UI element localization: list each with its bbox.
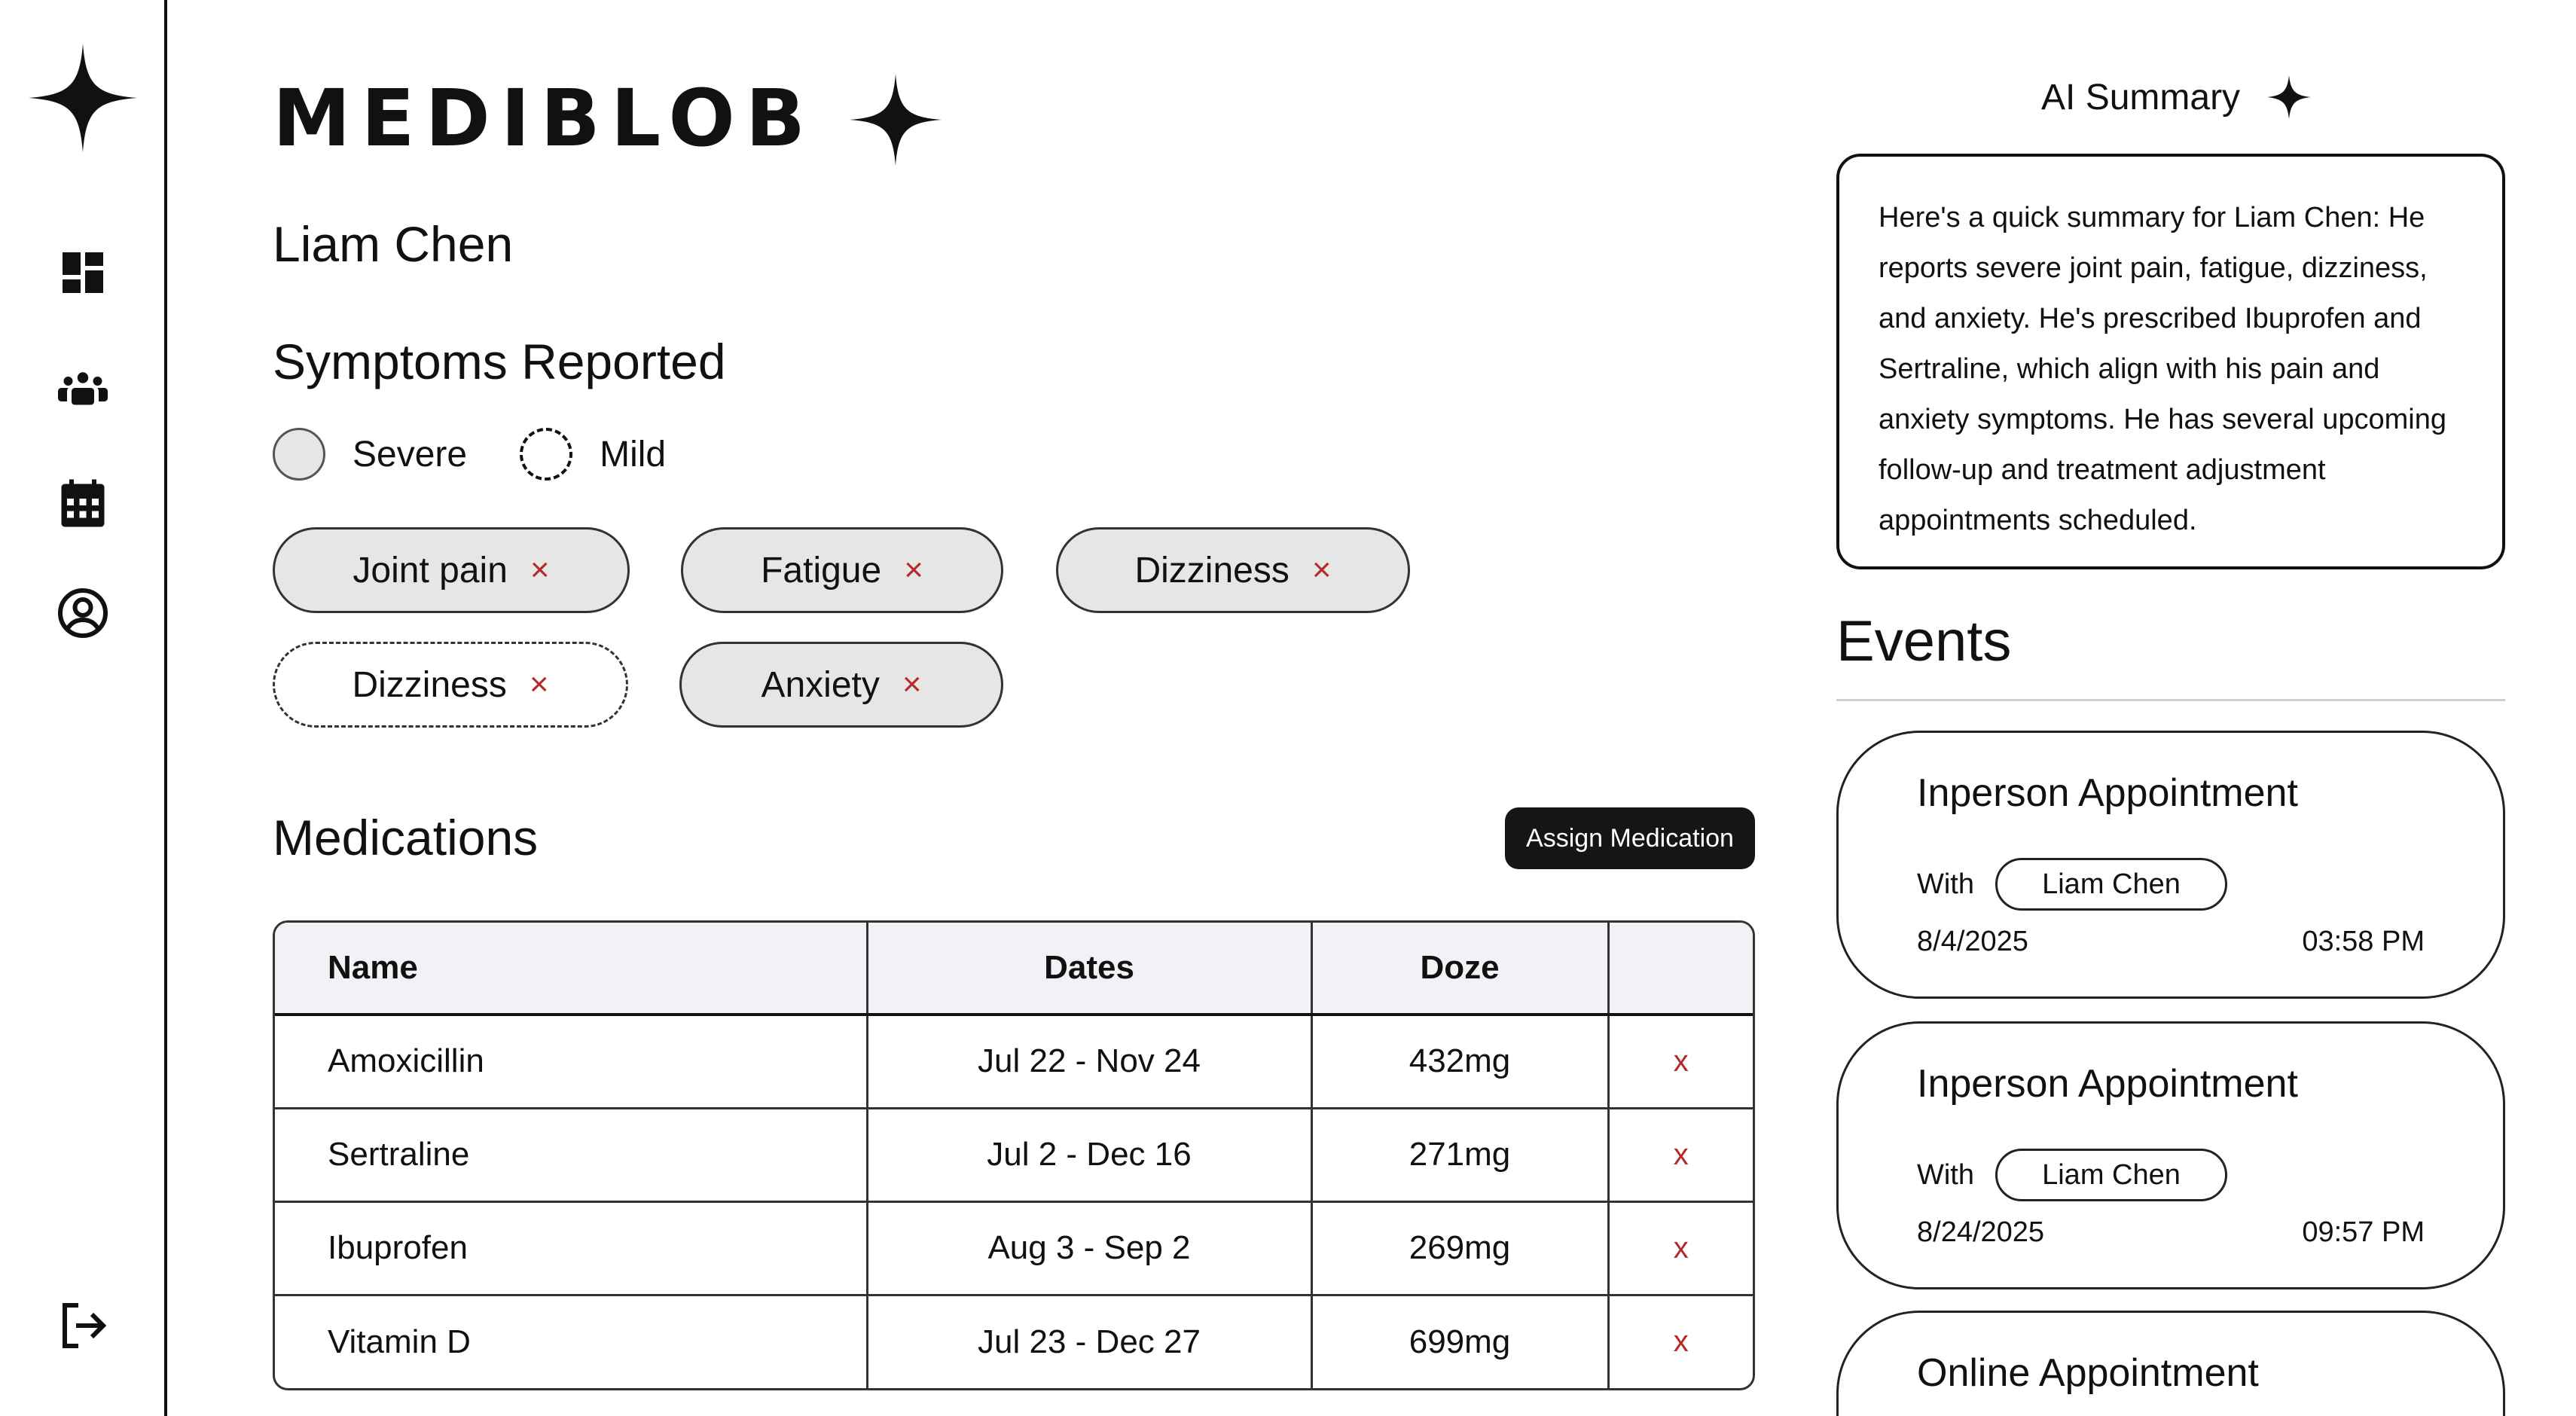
symptom-chip[interactable]: Dizziness ×: [273, 642, 628, 728]
event-date: 8/4/2025: [1917, 926, 2028, 957]
med-doze: 269mg: [1311, 1200, 1610, 1295]
events-title: Events: [1836, 609, 2012, 673]
column-header-doze[interactable]: Doze: [1311, 923, 1610, 1016]
column-header-dates[interactable]: Dates: [867, 923, 1313, 1016]
event-with: With Liam Chen: [1917, 1149, 2227, 1201]
symptom-chip-label: Joint pain: [353, 550, 508, 591]
ai-summary-header: AI Summary: [2041, 75, 2312, 119]
event-time: 09:57 PM: [2302, 1216, 2425, 1248]
med-name: Amoxicillin: [275, 1015, 868, 1108]
ai-summary-title: AI Summary: [2041, 77, 2241, 117]
remove-icon[interactable]: ×: [530, 666, 549, 703]
delete-medication-button[interactable]: x: [1608, 1015, 1753, 1108]
sparkle-icon: [850, 74, 942, 166]
med-doze: 432mg: [1311, 1015, 1610, 1108]
account-circle-icon: [58, 588, 108, 638]
patient-name: Liam Chen: [273, 216, 514, 272]
event-with: With Liam Chen: [1917, 858, 2227, 911]
severity-legend: Severe Mild: [273, 428, 719, 481]
event-card[interactable]: Inperson Appointment With Liam Chen 8/4/…: [1836, 731, 2505, 999]
logout-button[interactable]: [53, 1295, 113, 1356]
event-card[interactable]: Inperson Appointment With Liam Chen 8/24…: [1836, 1021, 2505, 1289]
symptom-chip-label: Dizziness: [1134, 550, 1290, 591]
delete-medication-button[interactable]: x: [1608, 1293, 1753, 1388]
table-row[interactable]: Amoxicillin Jul 22 - Nov 24 432mg x: [275, 1015, 1753, 1108]
brand-logo: MEDIBLOB: [273, 77, 816, 160]
event-date: 8/24/2025: [1917, 1216, 2045, 1248]
legend-mild-label: Mild: [600, 434, 667, 475]
sparkle-icon: [2267, 75, 2312, 119]
table-row[interactable]: Vitamin D Jul 23 - Dec 27 699mg x: [275, 1293, 1753, 1388]
remove-icon[interactable]: ×: [904, 551, 923, 589]
event-title: Inperson Appointment: [1917, 771, 2298, 815]
sparkle-logo-icon: [29, 44, 137, 152]
remove-icon[interactable]: ×: [530, 551, 550, 589]
legend-mild: Mild: [520, 428, 666, 481]
symptom-chip-label: Anxiety: [761, 664, 880, 705]
legend-severe: Severe: [273, 428, 467, 481]
ai-summary-text: Here's a quick summary for Liam Chen: He…: [1836, 154, 2505, 569]
event-time: 03:58 PM: [2302, 926, 2425, 957]
medications-title: Medications: [273, 810, 539, 865]
legend-severe-label: Severe: [353, 434, 468, 475]
mild-swatch: [520, 428, 573, 481]
symptom-chip[interactable]: Anxiety ×: [679, 642, 1003, 728]
dashboard-icon: [63, 252, 103, 293]
table-header-row: Name Dates Doze: [275, 923, 1753, 1016]
logout-icon: [63, 1303, 107, 1348]
symptom-chip-label: Fatigue: [761, 550, 882, 591]
event-title: Inperson Appointment: [1917, 1062, 2298, 1106]
brand-name: MEDIBLOB: [273, 72, 816, 164]
symptoms-title: Symptoms Reported: [273, 334, 726, 389]
med-name: Ibuprofen: [275, 1200, 868, 1295]
sidebar-item-patients[interactable]: [53, 360, 113, 420]
sidebar-item-dashboard[interactable]: [53, 243, 113, 303]
med-name: Vitamin D: [275, 1293, 868, 1388]
med-doze: 271mg: [1311, 1106, 1610, 1201]
med-dates: Aug 3 - Sep 2: [867, 1200, 1313, 1295]
symptom-chip[interactable]: Dizziness ×: [1056, 527, 1410, 613]
event-with-label: With: [1917, 868, 1974, 900]
sidebar: [0, 0, 167, 1416]
table-row[interactable]: Ibuprofen Aug 3 - Sep 2 269mg x: [275, 1200, 1753, 1295]
column-header-name[interactable]: Name: [275, 923, 868, 1016]
event-person-chip[interactable]: Liam Chen: [1995, 1149, 2227, 1201]
symptom-chip[interactable]: Fatigue ×: [681, 527, 1003, 613]
event-card[interactable]: Online Appointment: [1836, 1311, 2505, 1416]
remove-icon[interactable]: ×: [1312, 551, 1332, 589]
divider: [1836, 699, 2505, 701]
group-icon: [58, 372, 108, 405]
sidebar-item-calendar[interactable]: [53, 473, 113, 533]
event-title: Online Appointment: [1917, 1351, 2259, 1395]
remove-icon[interactable]: ×: [902, 666, 922, 703]
symptom-chip-label: Dizziness: [352, 664, 507, 705]
symptom-chip[interactable]: Joint pain ×: [273, 527, 630, 613]
event-with-label: With: [1917, 1158, 1974, 1191]
sidebar-item-profile[interactable]: [53, 583, 113, 643]
calendar-icon: [61, 479, 105, 527]
table-row[interactable]: Sertraline Jul 2 - Dec 16 271mg x: [275, 1106, 1753, 1201]
delete-medication-button[interactable]: x: [1608, 1200, 1753, 1295]
med-dates: Jul 22 - Nov 24: [867, 1015, 1313, 1108]
severe-swatch: [273, 428, 325, 481]
med-dates: Jul 2 - Dec 16: [867, 1106, 1313, 1201]
med-dates: Jul 23 - Dec 27: [867, 1293, 1313, 1388]
column-header-actions: [1608, 923, 1753, 1016]
med-name: Sertraline: [275, 1106, 868, 1201]
med-doze: 699mg: [1311, 1293, 1610, 1388]
assign-medication-button[interactable]: Assign Medication: [1505, 807, 1755, 869]
event-person-chip[interactable]: Liam Chen: [1995, 858, 2227, 911]
delete-medication-button[interactable]: x: [1608, 1106, 1753, 1201]
medications-table: Name Dates Doze Amoxicillin Jul 22 - Nov…: [273, 920, 1755, 1390]
